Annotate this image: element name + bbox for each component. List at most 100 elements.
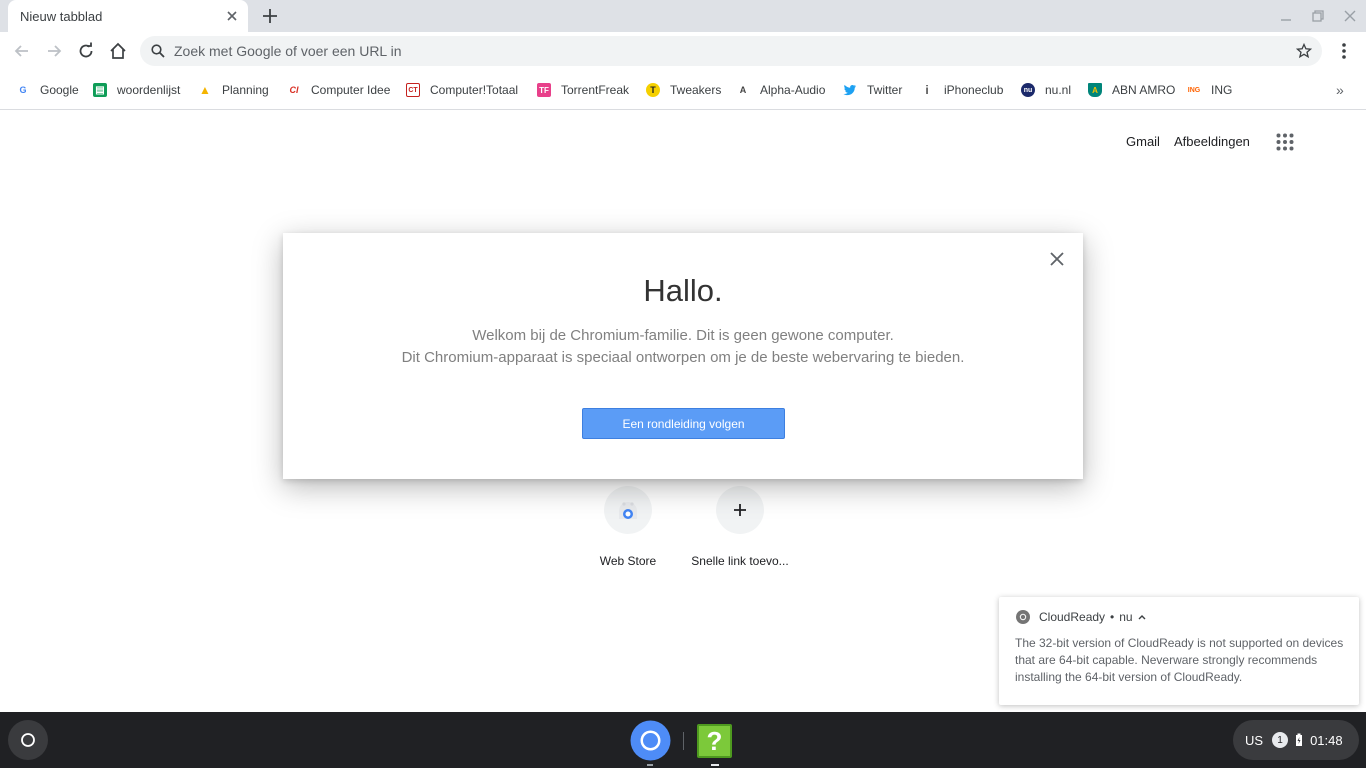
bookmark-label: Computer Idee bbox=[311, 83, 391, 97]
bookmark-planning[interactable]: ▲ Planning bbox=[198, 81, 269, 99]
toolbar bbox=[0, 32, 1366, 70]
shortcut-add[interactable]: Snelle link toevo... bbox=[685, 486, 795, 568]
omnibox-input[interactable] bbox=[174, 36, 1274, 66]
notification-header: CloudReady • nu bbox=[1015, 609, 1147, 625]
gmail-link[interactable]: Gmail bbox=[1126, 134, 1160, 149]
omnibox[interactable] bbox=[140, 36, 1322, 66]
bookmark-label: woordenlijst bbox=[117, 83, 181, 97]
dialog-text: Welkom bij de Chromium-familie. Dit is g… bbox=[283, 325, 1083, 369]
ing-lion-icon: ING bbox=[1187, 86, 1201, 94]
notification-separator: • bbox=[1110, 610, 1115, 624]
home-button[interactable] bbox=[107, 40, 129, 62]
reload-button[interactable] bbox=[75, 40, 97, 62]
forward-button[interactable] bbox=[43, 40, 65, 62]
torrentfreak-icon: TF bbox=[537, 83, 551, 97]
take-tour-button[interactable]: Een rondleiding volgen bbox=[582, 408, 785, 439]
help-app-icon[interactable]: ? bbox=[697, 724, 732, 758]
bookmark-ing[interactable]: ING ING bbox=[1187, 81, 1233, 99]
add-shortcut-circle bbox=[716, 486, 764, 534]
tab-strip: Nieuw tabblad bbox=[0, 0, 1366, 32]
chromium-app-icon[interactable] bbox=[630, 720, 671, 761]
bookmark-label: ING bbox=[1211, 83, 1233, 97]
launcher-circle-icon bbox=[21, 733, 35, 747]
notification-body: The 32-bit version of CloudReady is not … bbox=[1015, 636, 1344, 684]
bookmark-label: Tweakers bbox=[670, 83, 722, 97]
bookmark-tweakers[interactable]: T Tweakers bbox=[646, 81, 721, 99]
minimize-icon[interactable] bbox=[1279, 9, 1293, 23]
alpha-audio-icon: A bbox=[739, 85, 747, 95]
notification-app-name: CloudReady bbox=[1039, 610, 1106, 624]
close-window-icon[interactable] bbox=[1343, 9, 1357, 23]
shortcut-label: Web Store bbox=[599, 554, 657, 568]
shelf-divider bbox=[683, 732, 684, 750]
bookmark-torrentfreak[interactable]: TF TorrentFreak bbox=[537, 81, 629, 99]
bookmark-computer-idee[interactable]: CI Computer Idee bbox=[287, 81, 391, 99]
back-arrow-icon bbox=[14, 45, 28, 57]
forward-arrow-icon bbox=[48, 45, 62, 57]
search-icon bbox=[151, 44, 165, 58]
home-icon bbox=[110, 42, 126, 59]
bookmark-twitter[interactable]: Twitter bbox=[843, 81, 902, 99]
tweakers-icon: T bbox=[646, 83, 660, 97]
bookmark-google[interactable]: G Google bbox=[16, 81, 79, 99]
bookmark-label: TorrentFreak bbox=[561, 83, 630, 97]
bookmarks-overflow-chevron-icon[interactable]: » bbox=[1336, 82, 1344, 98]
new-tab-plus-icon[interactable] bbox=[260, 6, 280, 26]
reload-icon bbox=[79, 42, 93, 58]
sheets-icon: ▤ bbox=[93, 83, 107, 97]
tab-close-icon[interactable] bbox=[224, 8, 240, 24]
bookmark-alpha-audio[interactable]: A Alpha-Audio bbox=[736, 81, 826, 99]
status-tray[interactable]: US 1 01:48 bbox=[1233, 720, 1359, 760]
dialog-line-2: Dit Chromium-apparaat is speciaal ontwor… bbox=[401, 349, 965, 366]
bookmark-label: nu.nl bbox=[1045, 83, 1072, 97]
google-icon: G bbox=[19, 85, 27, 95]
app-running-indicator bbox=[711, 764, 719, 766]
kebab-menu-icon[interactable] bbox=[1334, 40, 1354, 62]
bookmark-label: Twitter bbox=[867, 83, 903, 97]
dialog-title: Hallo. bbox=[643, 273, 723, 308]
bookmark-label: iPhoneclub bbox=[944, 83, 1004, 97]
bookmark-nu-nl[interactable]: nu nu.nl bbox=[1021, 81, 1071, 99]
nu-nl-icon: nu bbox=[1021, 83, 1035, 97]
shelf: ? US 1 01:48 bbox=[0, 712, 1366, 768]
tab-title: Nieuw tabblad bbox=[20, 9, 103, 24]
web-store-circle bbox=[604, 486, 652, 534]
iphoneclub-icon: i bbox=[925, 83, 929, 97]
notification-count-badge: 1 bbox=[1272, 732, 1289, 748]
battery-icon bbox=[1296, 733, 1303, 746]
dialog-close-icon[interactable] bbox=[1049, 251, 1065, 267]
clock: 01:48 bbox=[1310, 732, 1343, 748]
web-store-icon bbox=[619, 502, 637, 519]
shortcut-web-store[interactable]: Web Store bbox=[573, 486, 683, 568]
bookmark-label: ABN AMRO bbox=[1112, 83, 1176, 97]
abn-amro-shield-icon: A bbox=[1088, 83, 1102, 97]
shortcut-label: Snelle link toevo... bbox=[691, 554, 789, 568]
bookmark-label: Alpha-Audio bbox=[760, 83, 826, 97]
bookmark-label: Planning bbox=[222, 83, 269, 97]
tab-new-tab[interactable]: Nieuw tabblad bbox=[8, 0, 248, 32]
dialog-line-1: Welkom bij de Chromium-familie. Dit is g… bbox=[472, 327, 894, 344]
bookmarks-bar: G Google ▤ woordenlijst ▲ Planning CI Co… bbox=[0, 70, 1366, 110]
computer-idee-icon: CI bbox=[289, 85, 299, 95]
app-running-indicator bbox=[647, 764, 653, 766]
back-button[interactable] bbox=[11, 40, 33, 62]
cloudready-notification[interactable]: CloudReady • nu The 32-bit version of Cl… bbox=[999, 597, 1359, 705]
bookmark-abn-amro[interactable]: A ABN AMRO bbox=[1088, 81, 1175, 99]
bookmark-star-icon[interactable] bbox=[1296, 43, 1312, 59]
images-link[interactable]: Afbeeldingen bbox=[1174, 134, 1250, 149]
bookmark-label: Google bbox=[40, 83, 79, 97]
bookmark-iphoneclub[interactable]: i iPhoneclub bbox=[920, 81, 1003, 99]
twitter-bird-icon bbox=[843, 84, 856, 96]
plus-icon bbox=[734, 504, 746, 516]
chromium-icon bbox=[1016, 610, 1030, 624]
launcher-button[interactable] bbox=[8, 720, 48, 760]
google-apps-grid-icon[interactable] bbox=[1276, 133, 1294, 151]
notification-time: nu bbox=[1119, 610, 1133, 624]
bookmark-label: Computer!Totaal bbox=[430, 83, 519, 97]
welcome-dialog: Hallo. Welkom bij de Chromium-familie. D… bbox=[283, 233, 1083, 479]
bookmark-woordenlijst[interactable]: ▤ woordenlijst bbox=[93, 81, 180, 99]
chevron-up-icon[interactable] bbox=[1137, 612, 1147, 622]
computer-totaal-icon: CT bbox=[406, 83, 420, 97]
bookmark-computer-totaal[interactable]: CT Computer!Totaal bbox=[406, 81, 518, 99]
restore-icon[interactable] bbox=[1311, 9, 1325, 23]
